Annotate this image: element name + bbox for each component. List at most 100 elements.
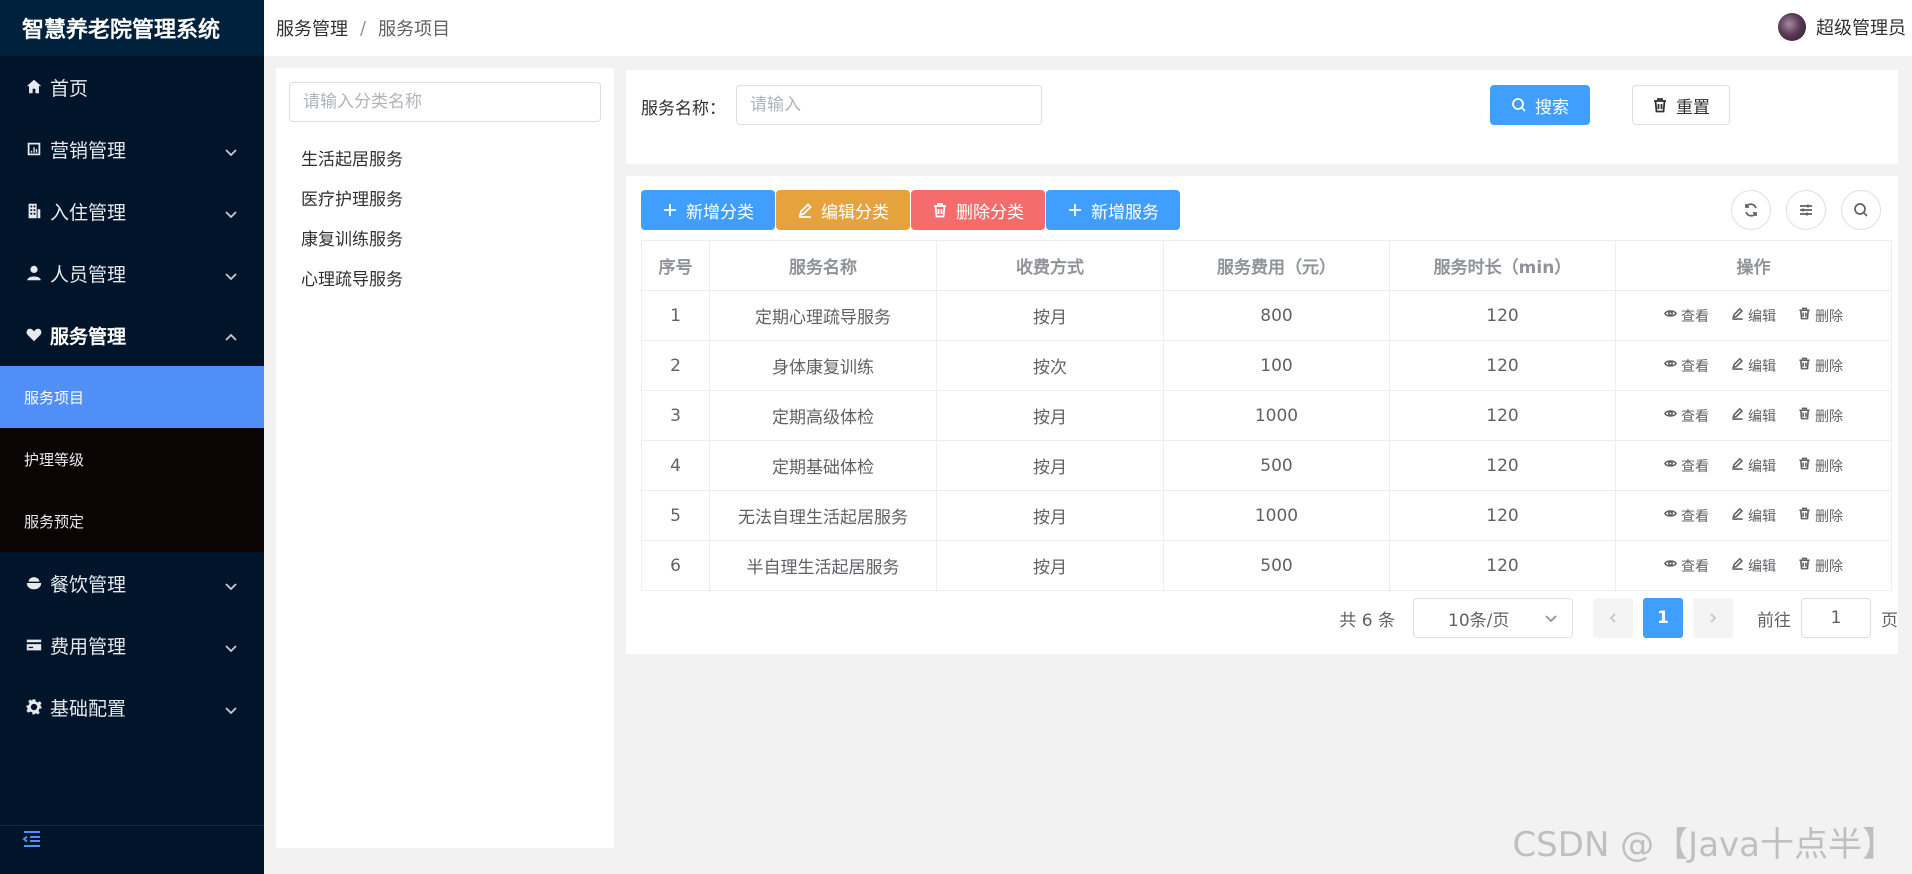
delete-label: 删除 [1815, 308, 1843, 325]
edit-category-label: 编辑分类 [821, 202, 889, 223]
chevron-down-icon [224, 204, 238, 219]
breadcrumb-item-service-mgmt[interactable]: 服务管理 [276, 15, 348, 41]
sidebar-item-label: 首页 [50, 77, 89, 100]
view-label: 查看 [1681, 408, 1709, 425]
sidebar-item-label: 人员管理 [50, 263, 127, 286]
page-size-value: 10条/页 [1448, 610, 1510, 631]
edit-label: 编辑 [1748, 558, 1776, 575]
cell-mode: 按月 [936, 440, 1164, 491]
category-item[interactable]: 生活起居服务 [301, 140, 403, 180]
category-item[interactable]: 医疗护理服务 [301, 180, 403, 220]
collapse-sidebar-icon[interactable] [22, 830, 42, 848]
search-button[interactable]: 搜索 [1490, 85, 1590, 125]
delete-button[interactable]: 删除 [1798, 456, 1843, 476]
delete-button[interactable]: 删除 [1798, 356, 1843, 376]
sidebar-subitem-service-booking[interactable]: 服务预定 [0, 490, 264, 552]
view-label: 查看 [1681, 508, 1709, 525]
trash-icon [1798, 557, 1815, 574]
sidebar-item-staff[interactable]: 人员管理 [0, 242, 264, 304]
cell-mode: 按月 [936, 490, 1164, 541]
edit-label: 编辑 [1748, 358, 1776, 375]
cell-duration: 120 [1389, 490, 1616, 541]
goto-page-input[interactable] [1801, 598, 1871, 638]
chevron-down-icon [224, 638, 238, 653]
sidebar-item-fees[interactable]: 费用管理 [0, 614, 264, 676]
view-button[interactable]: 查看 [1664, 306, 1709, 326]
add-service-button[interactable]: 新增服务 [1046, 190, 1180, 230]
trash-icon [1798, 307, 1815, 324]
service-name-input[interactable] [736, 85, 1042, 125]
service-table-card: 新增分类 编辑分类 删除分类 新增服务 序号 服务名称 收费方式 服务费用（元）… [626, 176, 1898, 654]
user-icon [24, 263, 44, 283]
sidebar-item-label: 入住管理 [50, 201, 127, 224]
cell-fee: 100 [1163, 340, 1390, 391]
delete-button[interactable]: 删除 [1798, 556, 1843, 576]
edit-button[interactable]: 编辑 [1731, 306, 1776, 326]
edit-button[interactable]: 编辑 [1731, 506, 1776, 526]
sidebar-item-label: 服务管理 [50, 325, 127, 348]
cell-no: 4 [641, 440, 710, 491]
cell-fee: 500 [1163, 540, 1390, 591]
view-button[interactable]: 查看 [1664, 406, 1709, 426]
cell-actions: 查看 编辑 删除 [1615, 340, 1892, 391]
cell-duration: 120 [1389, 390, 1616, 441]
edit-category-button[interactable]: 编辑分类 [776, 190, 910, 230]
sidebar-item-home[interactable]: 首页 [0, 56, 264, 118]
sidebar-item-checkin[interactable]: 入住管理 [0, 180, 264, 242]
category-search-input[interactable] [289, 82, 601, 122]
trash-icon [1798, 457, 1815, 474]
delete-button[interactable]: 删除 [1798, 406, 1843, 426]
edit-button[interactable]: 编辑 [1731, 556, 1776, 576]
main-content: 生活起居服务 医疗护理服务 康复训练服务 心理疏导服务 服务名称： 搜索 重置 … [264, 56, 1912, 874]
cell-name: 定期基础体检 [709, 440, 937, 491]
avatar[interactable] [1778, 13, 1806, 41]
page-number-1[interactable]: 1 [1643, 598, 1683, 638]
view-button[interactable]: 查看 [1664, 556, 1709, 576]
column-settings-button[interactable] [1786, 190, 1826, 230]
view-button[interactable]: 查看 [1664, 506, 1709, 526]
delete-button[interactable]: 删除 [1798, 306, 1843, 326]
delete-label: 删除 [1815, 508, 1843, 525]
sidebar-item-config[interactable]: 基础配置 [0, 676, 264, 738]
view-button[interactable]: 查看 [1664, 456, 1709, 476]
add-category-button[interactable]: 新增分类 [641, 190, 775, 230]
chevron-down-icon [224, 266, 238, 281]
edit-button[interactable]: 编辑 [1731, 406, 1776, 426]
category-item[interactable]: 心理疏导服务 [301, 260, 403, 300]
next-page-button[interactable] [1693, 598, 1733, 638]
sidebar-subitem-care-level[interactable]: 护理等级 [0, 428, 264, 490]
reset-button[interactable]: 重置 [1632, 85, 1730, 125]
eye-icon [1664, 357, 1681, 374]
view-button[interactable]: 查看 [1664, 356, 1709, 376]
refresh-button[interactable] [1731, 190, 1771, 230]
delete-category-button[interactable]: 删除分类 [911, 190, 1045, 230]
table-row: 1 定期心理疏导服务 按月 800 120 查看 编辑 删除 [641, 290, 1892, 341]
sidebar-item-marketing[interactable]: 营销管理 [0, 118, 264, 180]
delete-button[interactable]: 删除 [1798, 506, 1843, 526]
prev-page-button[interactable] [1593, 598, 1633, 638]
cell-name: 定期心理疏导服务 [709, 290, 937, 341]
column-header-actions: 操作 [1615, 240, 1892, 291]
user-menu[interactable]: 超级管理员 [1778, 13, 1906, 41]
edit-button[interactable]: 编辑 [1731, 456, 1776, 476]
edit-button[interactable]: 编辑 [1731, 356, 1776, 376]
toggle-search-button[interactable] [1841, 190, 1881, 230]
cell-no: 2 [641, 340, 710, 391]
edit-icon [798, 203, 812, 218]
delete-label: 删除 [1815, 358, 1843, 375]
user-name[interactable]: 超级管理员 [1816, 14, 1906, 40]
cell-fee: 1000 [1163, 390, 1390, 441]
eye-icon [1664, 407, 1681, 424]
sidebar-item-catering[interactable]: 餐饮管理 [0, 552, 264, 614]
sidebar-subitem-service-items[interactable]: 服务项目 [0, 366, 264, 428]
sidebar-item-service[interactable]: 服务管理 [0, 304, 264, 366]
edit-icon [1731, 407, 1748, 424]
edit-icon [1731, 507, 1748, 524]
category-item[interactable]: 康复训练服务 [301, 220, 403, 260]
view-label: 查看 [1681, 558, 1709, 575]
eye-icon [1664, 457, 1681, 474]
sidebar: 智慧养老院管理系统 首页 营销管理 入住管理 人员管理 服务管理 服务项目 护理… [0, 0, 264, 874]
cell-duration: 120 [1389, 440, 1616, 491]
page-size-select[interactable]: 10条/页 [1413, 598, 1573, 638]
cell-actions: 查看 编辑 删除 [1615, 490, 1892, 541]
